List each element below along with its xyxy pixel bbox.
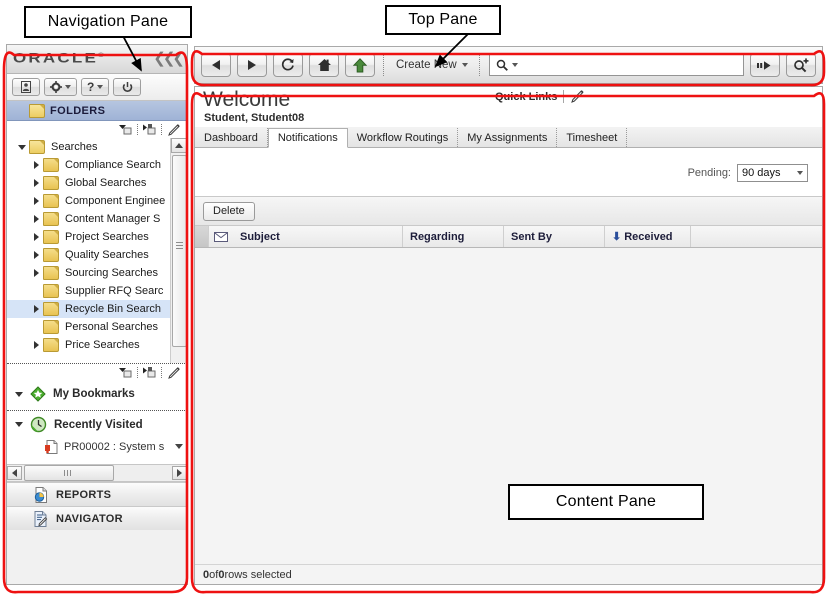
callout-navigation-pane: Navigation Pane bbox=[24, 6, 192, 38]
arrow-navigation-pane bbox=[121, 33, 142, 72]
callout-content-pane: Content Pane bbox=[508, 484, 704, 520]
annotation-arrows bbox=[121, 31, 471, 72]
callout-top-pane: Top Pane bbox=[385, 5, 501, 35]
app-screenshot: ORACLE® ❮❮❮ ? FOLDERS Searches Complianc… bbox=[0, 0, 829, 608]
arrow-top-pane bbox=[434, 31, 471, 68]
